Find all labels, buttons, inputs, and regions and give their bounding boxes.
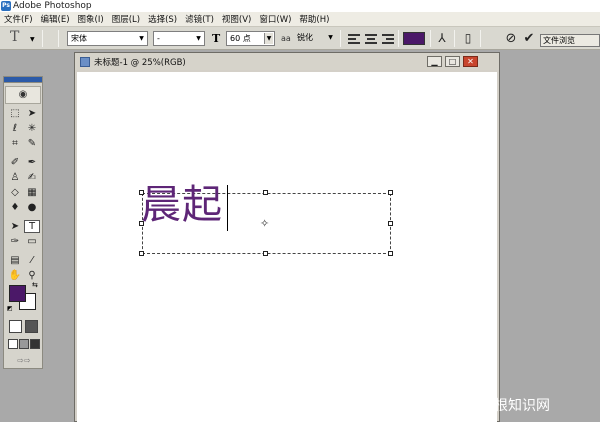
reference-point-icon[interactable]: ✧ (260, 217, 269, 230)
align-left-button[interactable] (347, 32, 361, 45)
screen-mode-controls (7, 339, 41, 351)
align-right-button[interactable] (381, 32, 395, 45)
foreground-color-swatch[interactable] (9, 285, 26, 302)
font-size-value: 60 点 (230, 34, 251, 43)
document-titlebar[interactable]: 未标题-1 @ 25%(RGB) ▁ □ ✕ (75, 53, 499, 70)
divider (58, 30, 59, 47)
crop-tool-icon[interactable]: ⌗ (7, 137, 23, 150)
transform-handle[interactable] (263, 190, 268, 195)
palettes-icon[interactable]: ▯ (460, 31, 476, 46)
standard-mode-icon[interactable] (9, 320, 22, 333)
marquee-tool-icon[interactable]: ⬚ (7, 107, 23, 120)
type-tool-preset-icon[interactable]: T (10, 29, 19, 45)
font-family-select[interactable]: 宋体 ▼ (67, 31, 148, 46)
quick-mask-controls (7, 320, 41, 334)
eyedropper-tool-icon[interactable]: ⁄ (24, 254, 40, 267)
file-browser-tab[interactable]: 文件浏览 (540, 34, 600, 47)
full-screen-mode-icon[interactable] (30, 339, 40, 349)
close-button[interactable]: ✕ (463, 56, 478, 67)
default-colors-icon[interactable]: ◩ (7, 305, 13, 312)
photoshop-app-icon: Ps (1, 1, 11, 11)
divider (340, 30, 341, 47)
transform-handle[interactable] (263, 251, 268, 256)
shape-tool-icon[interactable]: ▭ (24, 235, 40, 248)
chevron-down-icon[interactable]: ▼ (30, 36, 35, 51)
move-tool-icon[interactable]: ➤ (24, 107, 40, 120)
lasso-tool-icon[interactable]: ℓ (7, 122, 23, 135)
antialias-value: 锐化 (297, 33, 313, 42)
transform-handle[interactable] (388, 221, 393, 226)
brush-tool-icon[interactable]: ✒ (24, 156, 40, 169)
text-cursor (227, 185, 228, 231)
jump-to-imageready-icon[interactable]: ⇨⇨ (7, 355, 41, 367)
antialias-icon: aa (281, 34, 291, 43)
minimize-button[interactable]: ▁ (427, 56, 442, 67)
menu-image[interactable]: 图象(I) (74, 13, 108, 25)
app-title: Adobe Photoshop (13, 1, 92, 11)
gradient-tool-icon[interactable]: ▦ (24, 186, 40, 199)
font-style-value: - (157, 34, 160, 43)
notes-tool-icon[interactable]: ▤ (7, 254, 23, 267)
canvas[interactable]: ✧ 晨起 (77, 72, 497, 422)
quick-mask-mode-icon[interactable] (25, 320, 38, 333)
pen-tool-icon[interactable]: ✑ (7, 235, 23, 248)
font-style-select[interactable]: - ▼ (153, 31, 205, 46)
cancel-icon[interactable]: ⊘ (503, 31, 519, 46)
app-titlebar: Ps Adobe Photoshop (0, 0, 600, 12)
typed-text-layer[interactable]: 晨起 (141, 182, 223, 228)
toolbox-titlebar[interactable] (4, 77, 42, 83)
magic-wand-tool-icon[interactable]: ✳ (24, 122, 40, 135)
warp-text-icon[interactable]: ⅄ (434, 31, 450, 46)
path-selection-tool-icon[interactable]: ➤ (7, 220, 23, 233)
font-family-value: 宋体 (71, 34, 87, 43)
menu-view[interactable]: 视图(V) (218, 13, 255, 25)
healing-brush-tool-icon[interactable]: ✐ (7, 156, 23, 169)
menu-file[interactable]: 文件(F) (0, 13, 37, 25)
chevron-down-icon: ▼ (264, 33, 273, 44)
blur-tool-icon[interactable]: ♦ (7, 201, 23, 214)
font-size-select[interactable]: 60 点 ▼ (226, 31, 275, 46)
toolbox: ◉ ⬚ ➤ ℓ ✳ ⌗ ✎ ✐ ✒ ♙ ✍ ◇ ▦ ♦ ● ➤ T ✑ ▭ ▤ … (3, 76, 43, 369)
options-bar: T ▼ 宋体 ▼ - ▼ T 60 点 ▼ aa 锐化 ▼ ⅄ ▯ ⊘ ✔ 文件… (0, 27, 600, 50)
menu-bar: 文件(F) 编辑(E) 图象(I) 图层(L) 选择(S) 滤镜(T) 视图(V… (0, 12, 600, 27)
maximize-button[interactable]: □ (445, 56, 460, 67)
document-window: 未标题-1 @ 25%(RGB) ▁ □ ✕ ✧ 晨起 (74, 52, 500, 422)
adobe-online-icon[interactable]: ◉ (5, 86, 41, 104)
divider (480, 30, 481, 47)
menu-window[interactable]: 窗口(W) (255, 13, 295, 25)
transform-handle[interactable] (139, 251, 144, 256)
divider (398, 30, 399, 47)
menu-filter[interactable]: 滤镜(T) (181, 13, 218, 25)
text-color-swatch[interactable] (403, 32, 425, 45)
dodge-tool-icon[interactable]: ● (24, 201, 40, 214)
transform-handle[interactable] (388, 190, 393, 195)
divider (454, 30, 455, 47)
standard-screen-mode-icon[interactable] (8, 339, 18, 349)
slice-tool-icon[interactable]: ✎ (24, 137, 40, 150)
history-brush-tool-icon[interactable]: ✍ (24, 171, 40, 184)
align-center-button[interactable] (364, 32, 378, 45)
full-screen-menu-mode-icon[interactable] (19, 339, 29, 349)
divider (42, 30, 43, 47)
divider (430, 30, 431, 47)
commit-checkmark-icon[interactable]: ✔ (521, 31, 537, 46)
chevron-down-icon: ▼ (139, 35, 144, 42)
document-title: 未标题-1 @ 25%(RGB) (94, 57, 186, 68)
transform-handle[interactable] (388, 251, 393, 256)
menu-select[interactable]: 选择(S) (144, 13, 181, 25)
clone-stamp-tool-icon[interactable]: ♙ (7, 171, 23, 184)
watermark: 爱创根知识网 (466, 398, 550, 414)
document-icon (80, 56, 90, 67)
eraser-tool-icon[interactable]: ◇ (7, 186, 23, 199)
chevron-down-icon: ▼ (196, 35, 201, 42)
hand-tool-icon[interactable]: ✋ (7, 269, 23, 282)
menu-help[interactable]: 帮助(H) (295, 13, 333, 25)
type-tool-icon[interactable]: T (24, 220, 40, 233)
antialias-select[interactable]: 锐化 ▼ (294, 31, 336, 46)
menu-layer[interactable]: 图层(L) (108, 13, 144, 25)
font-size-icon: T (212, 32, 221, 45)
swap-colors-icon[interactable]: ⇆ (32, 281, 38, 289)
chevron-down-icon: ▼ (328, 34, 333, 41)
menu-edit[interactable]: 编辑(E) (37, 13, 74, 25)
